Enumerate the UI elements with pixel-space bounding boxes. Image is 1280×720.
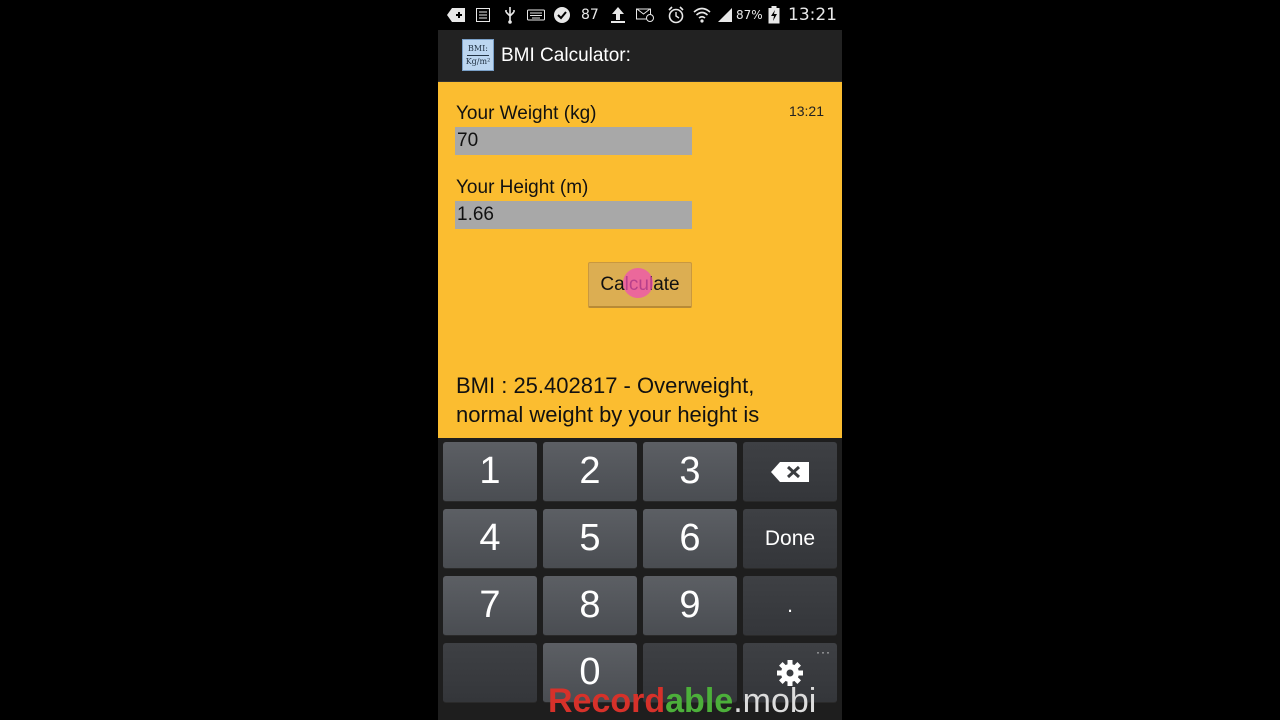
gear-icon (777, 659, 803, 686)
key-2[interactable]: 2 (543, 442, 637, 502)
usb-icon (500, 6, 520, 24)
status-bar: 87 87% 13:21 (438, 0, 842, 30)
app-icon-bottom-text: Kg/m² (465, 56, 491, 66)
alarm-icon (666, 6, 686, 24)
key-7[interactable]: 7 (443, 576, 537, 636)
add-notification-icon (446, 6, 466, 24)
status-time: 13:21 (788, 5, 837, 25)
height-input[interactable] (455, 201, 692, 229)
news-icon (473, 6, 493, 24)
battery-percent: 87% (736, 8, 763, 22)
key-9[interactable]: 9 (643, 576, 737, 636)
notification-count: 87 (581, 7, 599, 23)
key-0[interactable]: 0 (543, 643, 637, 703)
backspace-key[interactable] (743, 442, 837, 502)
phone-screen: 87 87% 13:21 BMI: Kg/m² BMI Calculator: (438, 0, 842, 720)
key-1[interactable]: 1 (443, 442, 537, 502)
key-8[interactable]: 8 (543, 576, 637, 636)
bmi-app-icon: BMI: Kg/m² (462, 39, 494, 71)
bmi-result-text: BMI : 25.402817 - Overweight, normal wei… (456, 373, 760, 427)
upload-icon (608, 6, 628, 24)
clock-text: 13:21 (788, 103, 824, 119)
done-key[interactable]: Done (743, 509, 837, 569)
keyboard-icon (526, 6, 546, 24)
height-label: Your Height (m) (456, 177, 589, 198)
action-bar: BMI: Kg/m² BMI Calculator: (438, 30, 842, 82)
weight-input[interactable] (455, 127, 692, 155)
key-5[interactable]: 5 (543, 509, 637, 569)
weight-label: Your Weight (kg) (456, 103, 597, 124)
speed-check-icon (552, 6, 572, 24)
key-4[interactable]: 4 (443, 509, 537, 569)
backspace-icon (771, 461, 809, 482)
key-6[interactable]: 6 (643, 509, 737, 569)
dot-key[interactable]: . (743, 576, 837, 636)
battery-charging-icon (764, 6, 784, 24)
settings-key[interactable]: ··· (743, 643, 837, 703)
calculate-button[interactable]: Calculate (588, 262, 692, 308)
blank-key-left[interactable] (443, 643, 537, 703)
more-dots: ··· (816, 645, 831, 659)
numeric-keyboard: 1 2 3 4 5 6 Done 7 8 9 . 0 ··· (438, 438, 842, 720)
key-3[interactable]: 3 (643, 442, 737, 502)
mail-blocked-icon (635, 6, 655, 24)
signal-icon (715, 6, 735, 24)
app-icon-top-text: BMI: (468, 43, 488, 53)
content-area: 13:21 Your Weight (kg) Your Height (m) C… (438, 82, 842, 438)
app-title: BMI Calculator: (501, 45, 631, 66)
wifi-icon (692, 6, 712, 24)
blank-key-right[interactable] (643, 643, 737, 703)
